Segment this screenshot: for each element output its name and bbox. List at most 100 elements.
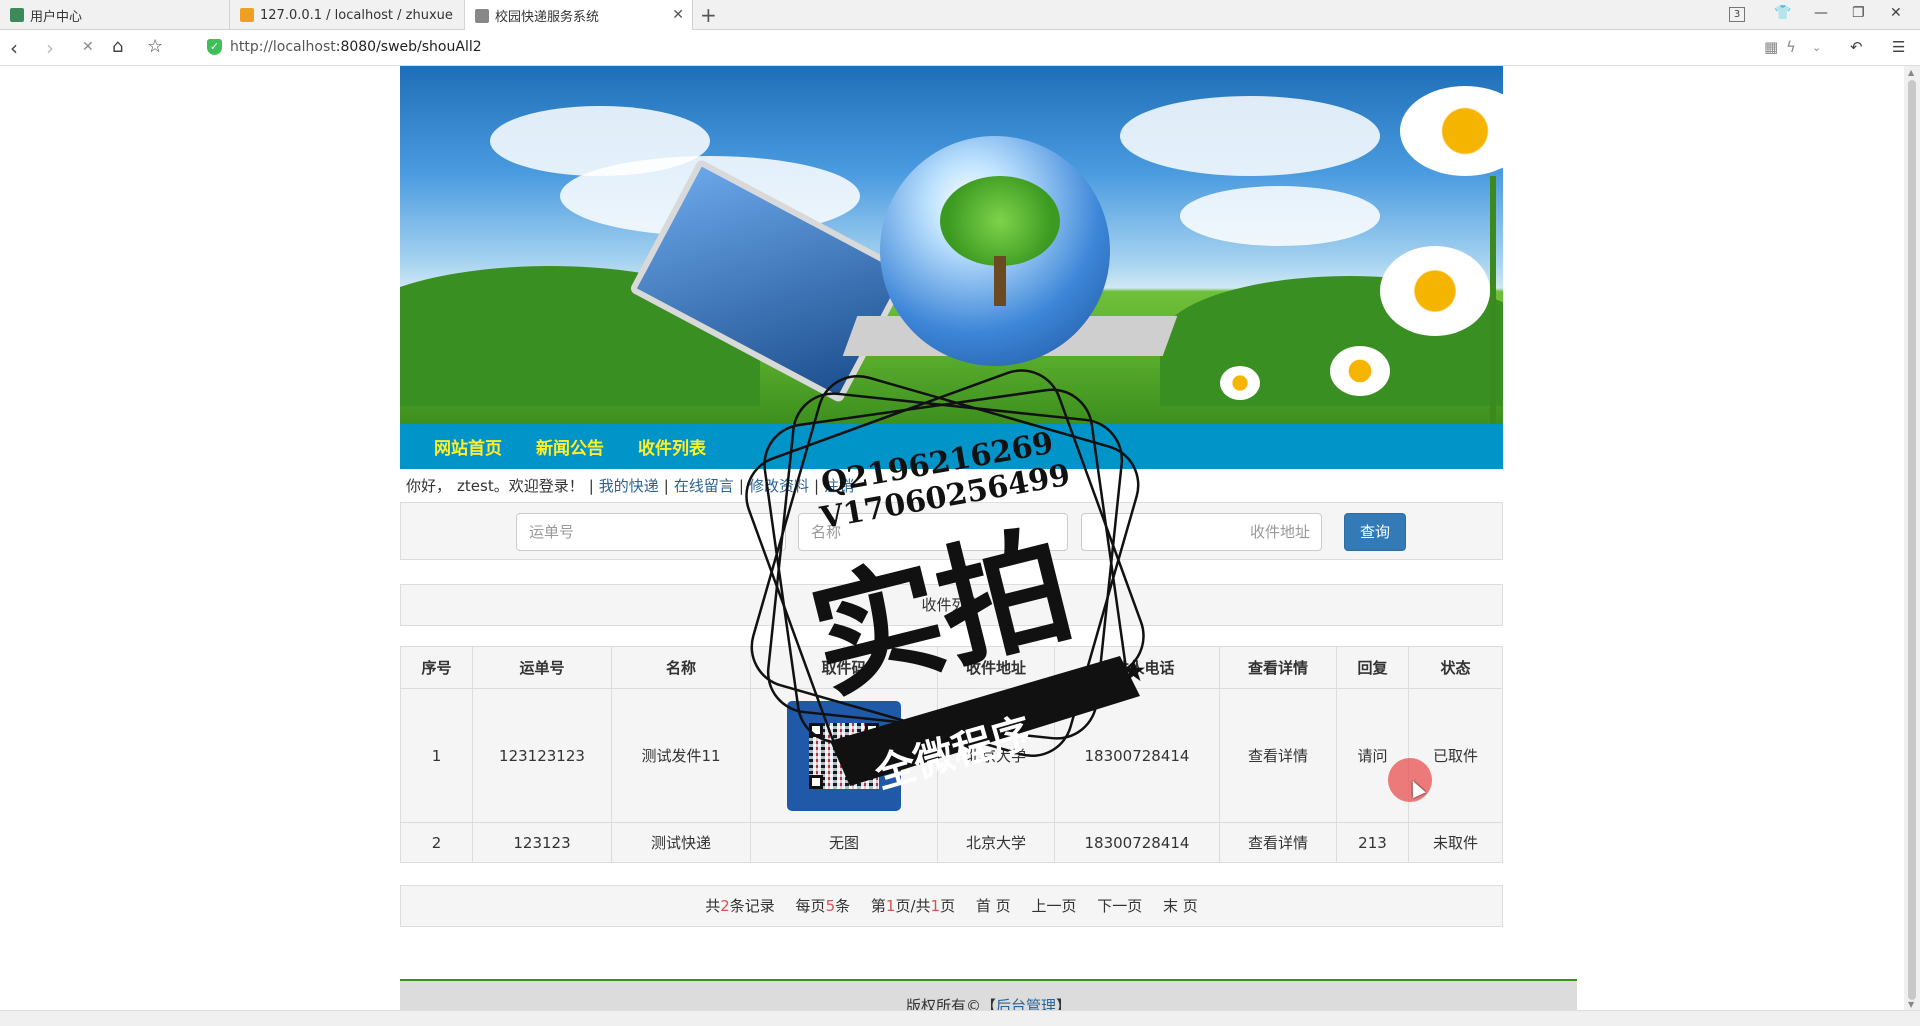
close-window-icon[interactable]: ✕ [1890, 5, 1902, 21]
divider: | [738, 476, 744, 495]
address-input[interactable]: 收件地址 [1081, 513, 1322, 551]
web-page: 网站首页 新闻公告 收件列表 你好， ztest 。欢迎登录！ | 我的快递 |… [0, 66, 1904, 1010]
lightning-icon[interactable]: ϟ [1786, 38, 1796, 56]
footer: 版权所有©【后台管理】 [400, 979, 1577, 1010]
cell-address: 北京大学 [937, 822, 1055, 863]
cell-code [750, 688, 938, 823]
home-icon[interactable]: ⌂ [112, 36, 123, 57]
browser-tab-phpmyadmin[interactable]: 127.0.0.1 / localhost / zhuxue [230, 0, 465, 30]
close-tab-icon[interactable]: ✕ [672, 7, 684, 23]
forward-icon[interactable]: › [46, 36, 54, 60]
back-icon[interactable]: ‹ [10, 36, 18, 60]
nav-home[interactable]: 网站首页 [434, 434, 502, 459]
pager-last[interactable]: 末 页 [1163, 897, 1198, 915]
th-phone: 收件人电话 [1054, 646, 1220, 689]
daisy-decor [1330, 346, 1390, 396]
cell-phone: 18300728414 [1054, 822, 1220, 863]
cell-waybill: 123123123 [472, 688, 612, 823]
cell-status: 未取件 [1408, 822, 1503, 863]
restore-icon[interactable]: ❐ [1852, 5, 1865, 21]
shirt-skin-icon[interactable]: 👕 [1774, 5, 1791, 21]
grid-icon[interactable]: ▦ [1764, 38, 1778, 56]
qr-finder [865, 722, 879, 737]
nav-receive-list[interactable]: 收件列表 [638, 434, 706, 459]
header-banner-image [400, 66, 1503, 424]
daisy-decor [1400, 86, 1503, 176]
page-icon [10, 8, 24, 22]
admin-link[interactable]: 后台管理 [996, 997, 1056, 1010]
waybill-input[interactable]: 运单号 [516, 513, 786, 551]
scroll-down-icon[interactable]: ▼ [1908, 1000, 1914, 1009]
name-input[interactable]: 名称 [798, 513, 1068, 551]
divider: | [588, 476, 594, 495]
cell-name: 测试发件11 [611, 688, 751, 823]
cell-waybill: 123123 [472, 822, 612, 863]
url-field[interactable]: http://localhost:8080/sweb/shouAll2 [230, 39, 482, 55]
browser-statusbar [0, 1010, 1920, 1026]
pager-text: 第 [870, 897, 886, 915]
scrollbar-thumb[interactable] [1908, 80, 1916, 1000]
pager-total: 共2条记录 [705, 897, 775, 915]
pager-text: 共 [705, 897, 721, 915]
link-my-express[interactable]: 我的快递 [599, 475, 659, 496]
chevron-down-icon[interactable]: ⌄ [1812, 41, 1821, 54]
pager-text: 页/共 [895, 897, 931, 915]
daisy-decor [1220, 366, 1260, 400]
new-tab-button[interactable]: + [700, 3, 717, 27]
receive-table: 序号 运单号 名称 取件码 收件地址 收件人电话 查看详情 回复 状态 1 12… [400, 646, 1503, 863]
divider: | [663, 476, 669, 495]
footer-end: 】 [1056, 997, 1072, 1010]
star-icon[interactable]: ☆ [147, 36, 163, 57]
stop-icon[interactable]: ✕ [82, 39, 94, 55]
cloud-decor [1120, 96, 1380, 176]
menu-icon[interactable]: ☰ [1892, 38, 1905, 56]
daisy-decor [1380, 246, 1490, 336]
click-indicator [1388, 758, 1432, 802]
trunk-decor [994, 256, 1006, 306]
browser-tab-active[interactable]: 校园快递服务系统 ✕ [465, 0, 693, 31]
tab-title: 用户中心 [30, 9, 83, 25]
tree-decor [940, 176, 1060, 266]
vertical-scrollbar[interactable]: ▲ ▼ [1904, 66, 1920, 1010]
view-detail-link[interactable]: 查看详情 [1219, 688, 1337, 823]
pager-text: 条 [835, 897, 851, 915]
pager-next[interactable]: 下一页 [1097, 897, 1142, 915]
minimize-icon[interactable]: — [1814, 5, 1828, 21]
search-button[interactable]: 查询 [1344, 513, 1406, 551]
tab-count-badge[interactable]: 3 [1729, 7, 1745, 22]
th-status: 状态 [1408, 646, 1503, 689]
tab-title: 校园快递服务系统 [495, 10, 600, 25]
browser-tabbar: 用户中心 127.0.0.1 / localhost / zhuxue 校园快递… [0, 0, 1920, 31]
divider: | [813, 476, 820, 495]
welcome-suffix: 。欢迎登录！ [493, 477, 584, 495]
undo-icon[interactable]: ↶ [1850, 38, 1863, 56]
cell-status: 已取件 [1408, 688, 1503, 823]
pager-per-page: 每页5条 [796, 897, 851, 915]
panel-title: 收件列表 [400, 584, 1503, 626]
view-detail-link[interactable]: 查看详情 [1219, 822, 1337, 863]
url-host: http://localhost [230, 39, 336, 55]
main-nav: 网站首页 新闻公告 收件列表 [400, 424, 1503, 469]
pickup-qr-code-image[interactable] [787, 700, 901, 811]
th-name: 名称 [611, 646, 751, 689]
pager-prev[interactable]: 上一页 [1031, 897, 1076, 915]
tab-title: 127.0.0.1 / localhost / zhuxue [260, 7, 453, 23]
stem-decor [1490, 176, 1496, 424]
link-message[interactable]: 在线留言 [674, 475, 734, 496]
table-row: 2 123123 测试快递 无图 北京大学 18300728414 查看详情 2… [400, 822, 1503, 863]
cell-reply: 213 [1336, 822, 1409, 863]
link-edit-profile[interactable]: 修改资料 [749, 475, 809, 496]
scroll-up-icon[interactable]: ▲ [1908, 68, 1914, 77]
cell-address: 北京大学 [937, 688, 1055, 823]
cell-reply: 请问 [1336, 688, 1409, 823]
table-header-row: 序号 运单号 名称 取件码 收件地址 收件人电话 查看详情 回复 状态 [400, 646, 1503, 689]
cell-no: 1 [400, 688, 473, 823]
nav-news[interactable]: 新闻公告 [536, 434, 604, 459]
th-detail: 查看详情 [1219, 646, 1337, 689]
link-logout[interactable]: 注销 [824, 475, 854, 496]
footer-text: 版权所有©【 [905, 997, 996, 1010]
pager-first[interactable]: 首 页 [976, 897, 1011, 915]
pagination: 共2条记录 每页5条 第1页/共1页 首 页 上一页 下一页 末 页 [400, 885, 1503, 927]
browser-tab-user-center[interactable]: 用户中心 [0, 0, 230, 30]
cell-code: 无图 [750, 822, 938, 863]
